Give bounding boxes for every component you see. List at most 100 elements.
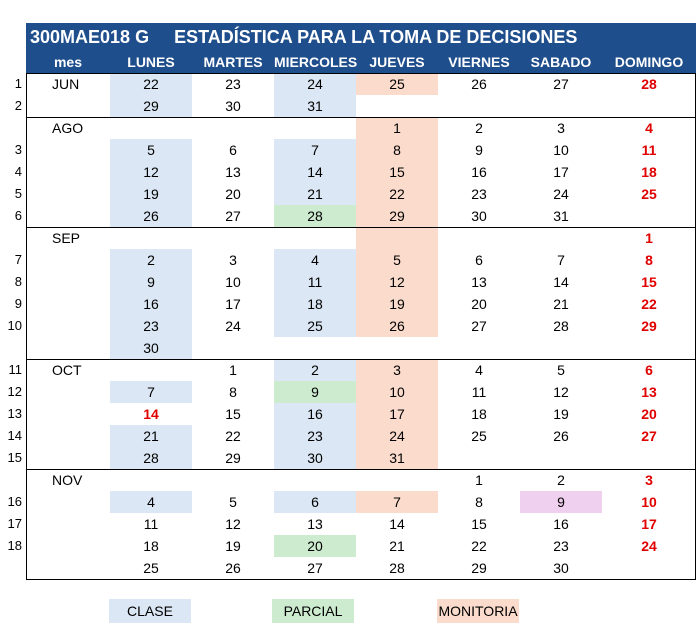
- page-title: 300MAE018 G ESTADÍSTICA PARA LA TOMA DE …: [26, 23, 696, 51]
- day-cell: 20: [641, 406, 657, 422]
- month-label: AGO: [52, 120, 84, 136]
- row-number: 15: [7, 450, 22, 465]
- day-cell: [520, 95, 602, 117]
- day-cell: 17: [356, 403, 438, 425]
- day-cell: 11: [641, 142, 657, 158]
- month-label: OCT: [52, 362, 82, 378]
- header-row: mes LUNES MARTES MIERCOLES JUEVES VIERNES SABA…: [26, 51, 696, 73]
- day-cell: 23: [225, 76, 241, 92]
- legend-parcial: PARCIAL: [272, 599, 354, 623]
- month-label: [26, 491, 110, 513]
- day-cell: 25: [274, 315, 356, 337]
- day-cell: 3: [229, 252, 237, 268]
- day-cell: 8: [645, 252, 653, 268]
- day-cell: 5: [110, 139, 192, 161]
- day-cell: 28: [553, 318, 569, 334]
- day-cell: 24: [225, 318, 241, 334]
- row-number: 9: [14, 296, 22, 311]
- day-cell: 20: [225, 186, 241, 202]
- month-label: SEP: [52, 230, 81, 246]
- day-cell: 27: [225, 208, 241, 224]
- month-label: [26, 271, 110, 293]
- day-cell: 18: [274, 293, 356, 315]
- row-number: 10: [7, 318, 22, 333]
- row-number: 12: [7, 384, 22, 399]
- header-mes: mes: [53, 54, 83, 70]
- day-cell: 2: [557, 472, 565, 488]
- day-cell: 13: [307, 516, 323, 532]
- day-cell: 4: [475, 362, 483, 378]
- day-cell: 18: [143, 538, 159, 554]
- day-cell: 1: [475, 472, 483, 488]
- day-cell: 9: [274, 381, 356, 403]
- row-number: 3: [14, 142, 22, 157]
- day-cell: 12: [110, 161, 192, 183]
- row-number: 13: [7, 406, 22, 421]
- day-cell: 24: [274, 73, 356, 95]
- day-cell: 26: [471, 76, 487, 92]
- day-cell: [192, 469, 274, 491]
- day-cell: [602, 337, 696, 359]
- table-row: SEP 1: [26, 227, 696, 249]
- day-cell: 23: [274, 425, 356, 447]
- table-row: 1 JUN 22 23 24 25 26 27 28: [15, 73, 696, 95]
- table-row: 25 26 27 28 29 30: [26, 557, 696, 579]
- table-row: 13 14 15 16 17 18 19 20: [8, 403, 696, 425]
- day-cell: 1: [645, 230, 653, 246]
- day-cell: 22: [356, 183, 438, 205]
- row-number: 8: [14, 274, 22, 289]
- row-number: 6: [14, 208, 22, 223]
- day-cell: 11: [143, 516, 159, 532]
- day-cell: [438, 337, 520, 359]
- day-cell: 8: [229, 384, 237, 400]
- day-cell: [438, 227, 520, 249]
- day-cell: 15: [641, 274, 657, 290]
- day-cell: 12: [225, 516, 241, 532]
- day-cell: 30: [110, 337, 192, 359]
- day-cell: 9: [110, 271, 192, 293]
- table-row: 10 23 24 25 26 27 28 29: [8, 315, 696, 337]
- table-row: AGO 1 2 3 4: [26, 117, 696, 139]
- row-number: 17: [7, 516, 22, 531]
- day-cell: 24: [356, 425, 438, 447]
- day-cell: 22: [110, 73, 192, 95]
- day-cell: 7: [274, 139, 356, 161]
- day-cell: [520, 337, 602, 359]
- day-cell: 29: [225, 450, 241, 466]
- day-cell: 14: [389, 516, 405, 532]
- table-row: 3 5 6 7 8 9 10 11: [15, 139, 696, 161]
- month-label: [26, 557, 110, 579]
- day-cell: 12: [356, 271, 438, 293]
- day-cell: [110, 117, 192, 139]
- header-domingo: DOMINGO: [614, 54, 684, 70]
- day-cell: [602, 447, 696, 469]
- day-cell: [192, 117, 274, 139]
- day-cell: 5: [557, 362, 565, 378]
- day-cell: 6: [229, 142, 237, 158]
- day-cell: [274, 337, 356, 359]
- table-row: 11 OCT 1 2 3 4 5 6: [9, 359, 696, 381]
- table-row: 17 11 12 13 14 15 16 17: [8, 513, 696, 535]
- table-row: 4 12 13 14 15 16 17 18: [15, 161, 696, 183]
- day-cell: 6: [274, 491, 356, 513]
- month-label: JUN: [52, 76, 80, 92]
- day-cell: [274, 117, 356, 139]
- day-cell: 23: [471, 186, 487, 202]
- day-cell: 26: [356, 315, 438, 337]
- table-row: NOV 1 2 3: [26, 469, 696, 491]
- day-cell: 25: [641, 186, 657, 202]
- day-cell: 17: [553, 164, 569, 180]
- day-cell: 17: [641, 516, 657, 532]
- row-number: 1: [14, 76, 22, 91]
- day-cell: 29: [356, 205, 438, 227]
- day-cell: 7: [356, 491, 438, 513]
- day-cell: 4: [110, 491, 192, 513]
- day-cell: 28: [274, 205, 356, 227]
- legend-clase: CLASE: [109, 599, 191, 623]
- day-cell: 2: [475, 120, 483, 136]
- day-cell: 14: [274, 161, 356, 183]
- day-cell: 26: [110, 205, 192, 227]
- day-cell: [520, 447, 602, 469]
- day-cell: 13: [471, 274, 487, 290]
- day-cell: 22: [225, 428, 241, 444]
